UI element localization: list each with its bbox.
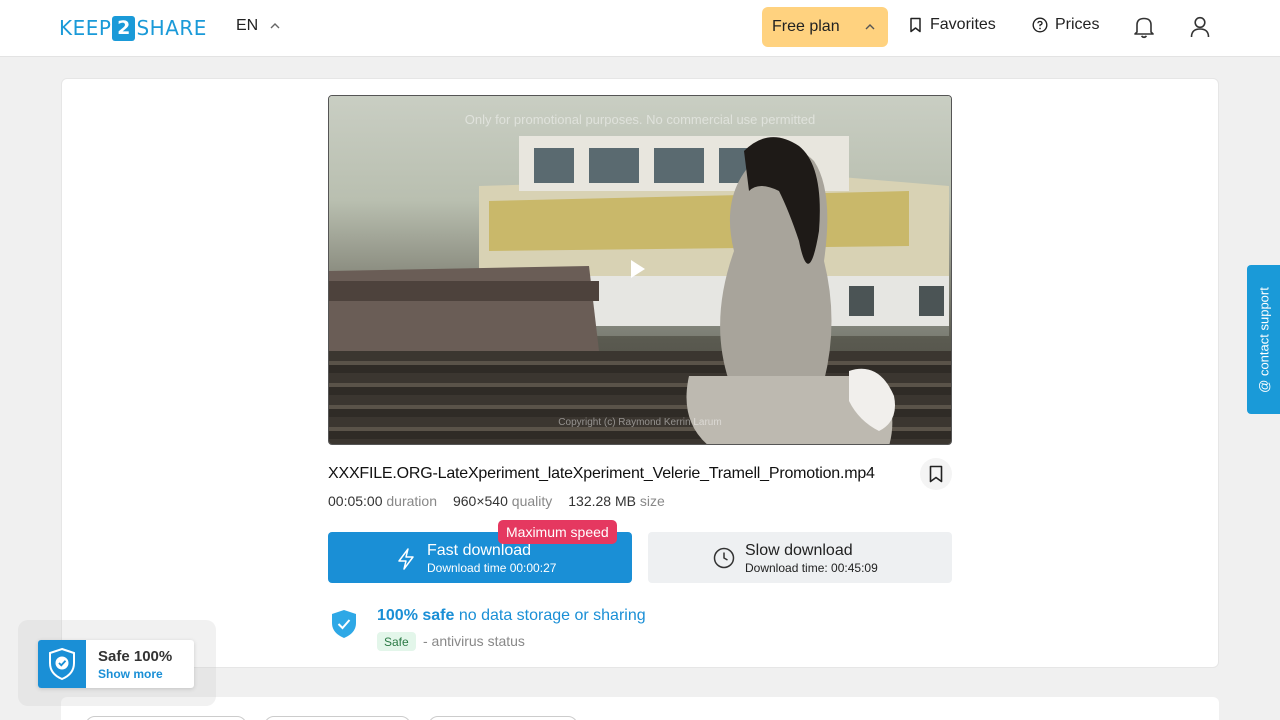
bookmark-icon	[910, 17, 921, 33]
logo-keep: KEEP	[59, 16, 112, 40]
play-icon[interactable]	[631, 260, 645, 278]
language-selector[interactable]: EN	[236, 17, 280, 35]
video-watermark-top: Only for promotional purposes. No commer…	[464, 112, 816, 127]
duration-label: duration	[386, 493, 437, 509]
safe-badge: Safe	[377, 632, 416, 651]
safe-widget-link[interactable]: Show more	[98, 667, 163, 681]
slow-download-title: Slow download	[745, 542, 853, 559]
antivirus-status: - antivirus status	[423, 633, 525, 649]
video-preview[interactable]: Only for promotional purposes. No commer…	[328, 95, 952, 445]
slow-download-button[interactable]: Slow download Download time: 00:45:09	[648, 532, 952, 583]
add-favorite-button[interactable]	[920, 458, 952, 490]
meta-duration: 00:05:00 duration	[328, 493, 437, 509]
fast-download-time: Download time 00:00:27	[427, 561, 557, 575]
safe-widget[interactable]: Safe 100% Show more	[38, 640, 194, 688]
free-plan-button[interactable]: Free plan	[762, 7, 888, 47]
favorites-link[interactable]: Favorites	[908, 16, 996, 34]
language-label: EN	[236, 17, 259, 34]
lightning-icon	[398, 548, 414, 570]
slow-download-time: Download time: 00:45:09	[745, 561, 878, 575]
tab-pill[interactable]	[428, 716, 578, 720]
free-plan-label: Free plan	[772, 18, 840, 35]
safe-widget-title: Safe 100%	[98, 648, 173, 665]
video-person-illustration	[686, 137, 895, 444]
favorites-label: Favorites	[930, 16, 996, 33]
file-meta: 00:05:00 duration 960×540 quality 132.28…	[328, 493, 665, 509]
bell-icon[interactable]	[1133, 15, 1155, 39]
contact-support-label: @ contact support	[1256, 286, 1271, 393]
prices-link[interactable]: Prices	[1032, 16, 1099, 34]
video-watermark-bottom: Copyright (c) Raymond Kerrin Larum	[558, 417, 722, 428]
meta-size: 132.28 MB size	[568, 493, 665, 509]
shield-check-icon	[332, 610, 356, 638]
meta-quality: 960×540 quality	[453, 493, 552, 509]
question-circle-icon	[1032, 17, 1048, 33]
file-name: XXXFILE.ORG-LateXperiment_lateXperiment_…	[328, 465, 875, 482]
clock-icon	[713, 547, 735, 569]
safety-bold: 100% safe	[377, 607, 455, 624]
keep2share-logo[interactable]: KEEP 2 SHARE	[59, 14, 207, 42]
tab-pill[interactable]	[85, 716, 247, 720]
duration-value: 00:05:00	[328, 493, 383, 509]
prices-label: Prices	[1055, 16, 1100, 33]
fast-download-title: Fast download	[427, 542, 532, 559]
bookmark-icon	[929, 465, 943, 483]
contact-support-tab[interactable]: @ contact support	[1247, 265, 1280, 414]
tab-pill[interactable]	[264, 716, 411, 720]
chevron-up-icon	[865, 24, 875, 30]
quality-label: quality	[511, 493, 553, 509]
top-header: KEEP 2 SHARE EN Free plan Favorites Prices	[0, 0, 1280, 57]
video-barge-illustration	[329, 266, 599, 351]
logo-share: SHARE	[136, 16, 207, 40]
logo-two: 2	[112, 15, 136, 41]
safety-rest: no data storage or sharing	[458, 607, 646, 624]
max-speed-badge: Maximum speed	[498, 520, 617, 544]
size-value: 132.28 MB	[568, 493, 636, 509]
shield-icon	[38, 640, 86, 688]
quality-value: 960×540	[452, 493, 508, 509]
size-label: size	[639, 493, 665, 509]
user-icon[interactable]	[1189, 15, 1211, 39]
safety-statement: 100% safe no data storage or sharing	[377, 607, 646, 625]
chevron-up-icon	[270, 23, 280, 29]
